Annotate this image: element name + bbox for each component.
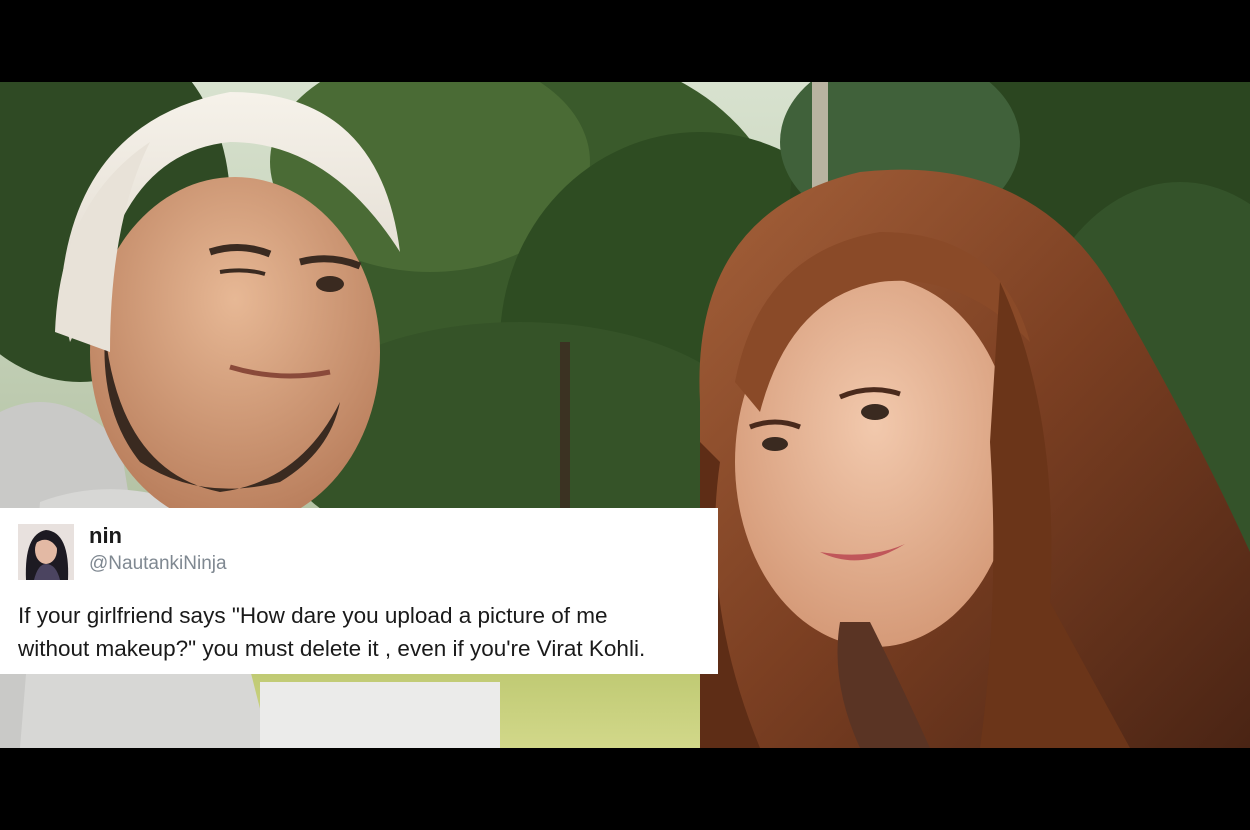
avatar-portrait-icon (18, 524, 74, 580)
bottom-letterbox-bar (0, 748, 1250, 830)
tweet-card: nin @NautankiNinja If your girlfriend sa… (0, 508, 718, 674)
tweet-text-line: without makeup?" you must delete it , ev… (18, 636, 646, 661)
tweet-text: If your girlfriend says "How dare you up… (18, 599, 716, 665)
tweet-author-handle: @NautankiNinja (89, 553, 227, 574)
top-letterbox-bar (0, 0, 1250, 82)
tweet-author-name: nin (89, 523, 122, 548)
tweet-text-line: If your girlfriend says "How dare you up… (18, 603, 608, 628)
user-avatar (18, 524, 74, 580)
selfie-photo: nin @NautankiNinja If your girlfriend sa… (0, 82, 1250, 748)
